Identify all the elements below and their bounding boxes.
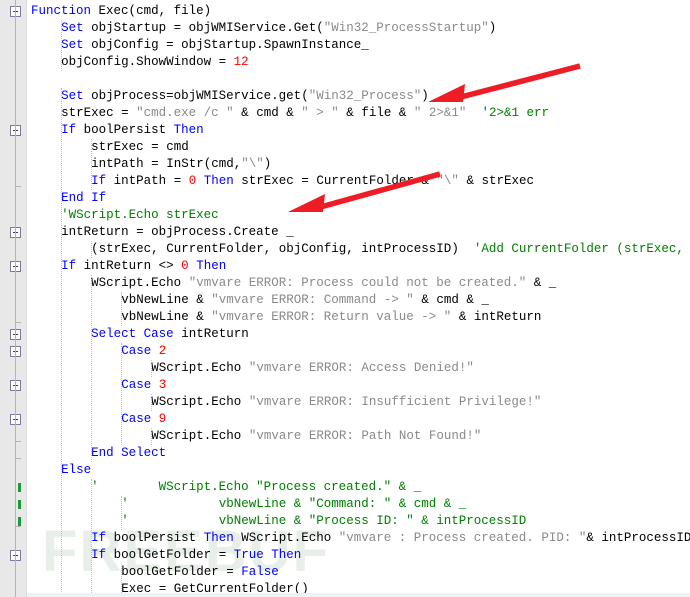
code-line[interactable]: Case 3 <box>31 377 166 394</box>
code-surface[interactable]: Function Exec(cmd, file) Set objStartup … <box>27 0 690 597</box>
code-line[interactable]: WScript.Echo "vmvare ERROR: Path Not Fou… <box>31 428 481 445</box>
gutter-bookmark-icon[interactable] <box>18 483 21 492</box>
code-folding-gutter[interactable] <box>0 0 27 597</box>
code-line[interactable]: If intPath = 0 Then strExec = CurrentFol… <box>31 173 534 190</box>
code-line[interactable]: If boolGetFolder = True Then <box>31 547 301 564</box>
indent-guide <box>61 88 63 597</box>
code-line[interactable]: Case 2 <box>31 343 166 360</box>
editor-bottom-edge <box>27 593 690 597</box>
code-line[interactable]: If boolPersist Then <box>31 122 204 139</box>
gutter-spine-line <box>15 0 16 597</box>
code-line[interactable]: objConfig.ShowWindow = 12 <box>31 54 249 71</box>
code-line[interactable]: intReturn = objProcess.Create _ <box>31 224 294 241</box>
code-line[interactable]: WScript.Echo "vmvare ERROR: Insufficient… <box>31 394 541 411</box>
code-line[interactable]: WScript.Echo "vmvare ERROR: Process coul… <box>31 275 556 292</box>
code-line[interactable]: ' vbNewLine & "Process ID: " & intProces… <box>31 513 526 530</box>
code-line[interactable]: vbNewLine & "vmvare ERROR: Return value … <box>31 309 541 326</box>
code-line[interactable]: End Select <box>31 445 166 462</box>
indent-guide <box>151 394 153 411</box>
code-line[interactable]: Set objStartup = objWMIService.Get("Win3… <box>31 20 496 37</box>
code-line[interactable]: strExec = cmd <box>31 139 189 156</box>
code-line[interactable]: Set objConfig = objStartup.SpawnInstance… <box>31 37 369 54</box>
indent-guide <box>121 343 123 445</box>
code-line[interactable]: End If <box>31 190 106 207</box>
indent-guide <box>61 20 63 71</box>
code-line[interactable]: (strExec, CurrentFolder, objConfig, intP… <box>31 241 690 258</box>
code-editor-window: FREEBUF Function Exec(cmd, file) Set obj… <box>0 0 690 597</box>
code-line[interactable]: Select Case intReturn <box>31 326 249 343</box>
indent-guide <box>91 139 93 190</box>
code-line[interactable]: strExec = "cmd.exe /c " & cmd & " > " & … <box>31 105 549 122</box>
code-line[interactable]: Set objProcess=objWMIService.get("Win32_… <box>31 88 429 105</box>
code-line[interactable]: vbNewLine & "vmvare ERROR: Command -> " … <box>31 292 489 309</box>
code-line[interactable]: 'WScript.Echo strExec <box>31 207 219 224</box>
code-line[interactable]: WScript.Echo "vmvare ERROR: Access Denie… <box>31 360 474 377</box>
gutter-bookmark-icon[interactable] <box>18 517 21 526</box>
indent-guide <box>151 360 153 377</box>
indent-guide <box>91 241 93 258</box>
code-line[interactable]: Case 9 <box>31 411 166 428</box>
indent-guide <box>151 428 153 445</box>
indent-guide <box>91 275 93 462</box>
code-line[interactable]: boolGetFolder = False <box>31 564 279 581</box>
code-line[interactable]: Function Exec(cmd, file) <box>31 3 211 20</box>
indent-guide <box>121 292 123 326</box>
code-line[interactable]: intPath = InStr(cmd,"\") <box>31 156 271 173</box>
code-line[interactable]: ' vbNewLine & "Command: " & cmd & _ <box>31 496 466 513</box>
gutter-bookmark-icon[interactable] <box>18 500 21 509</box>
code-line[interactable]: If boolPersist Then WScript.Echo "vmvare… <box>31 530 690 547</box>
indent-guide <box>121 496 123 530</box>
indent-guide <box>91 479 93 597</box>
code-line[interactable]: ' WScript.Echo "Process created." & _ <box>31 479 421 496</box>
